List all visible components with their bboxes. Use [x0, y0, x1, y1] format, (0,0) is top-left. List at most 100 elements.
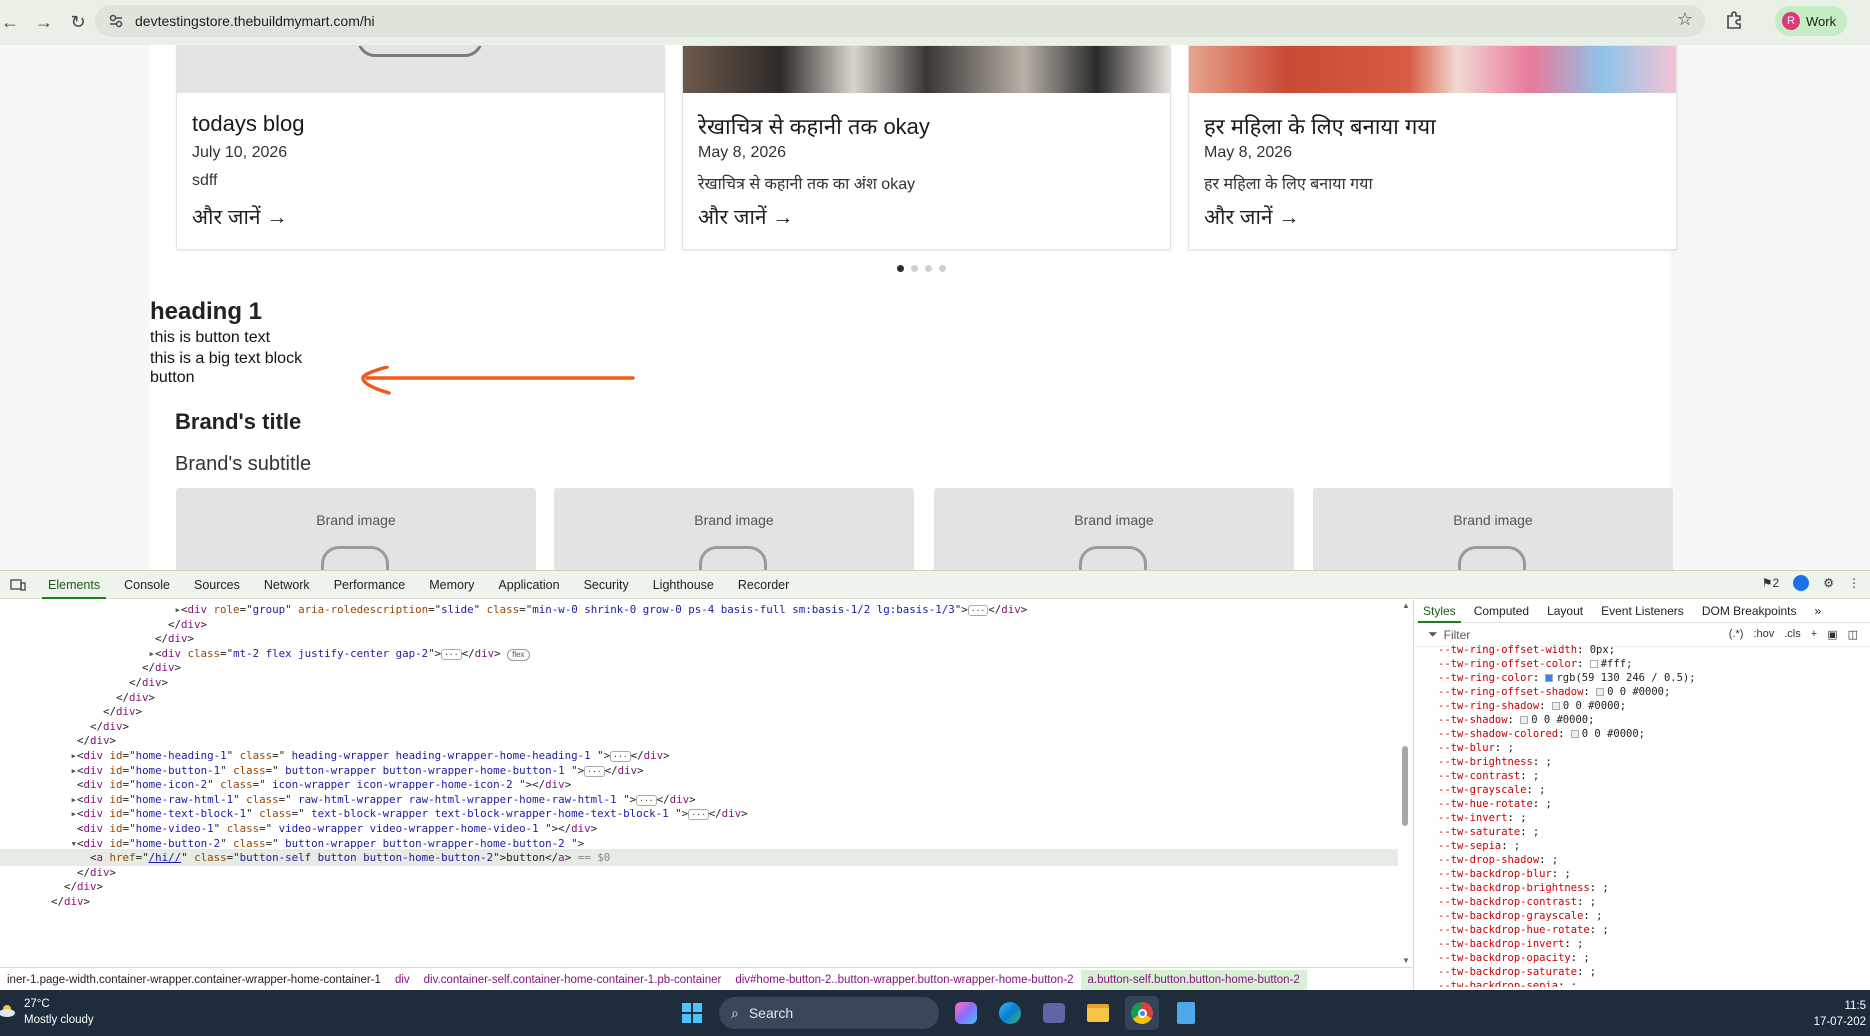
css-property[interactable]: --tw-ring-offset-width: 0px;	[1414, 643, 1870, 657]
css-property-name[interactable]: --tw-backdrop-opacity	[1438, 952, 1571, 964]
css-property[interactable]: --tw-backdrop-grayscale: ;	[1414, 909, 1870, 923]
css-property[interactable]: --tw-grayscale: ;	[1414, 783, 1870, 797]
css-property[interactable]: --tw-backdrop-contrast: ;	[1414, 895, 1870, 909]
url-text[interactable]: devtestingstore.thebuildmymart.com/hi	[135, 13, 375, 29]
css-property-name[interactable]: --tw-ring-offset-color	[1438, 658, 1577, 670]
profile-button[interactable]: R Work	[1775, 6, 1847, 36]
css-property-value[interactable]: 0 0 #0000;	[1607, 686, 1670, 698]
css-property[interactable]: --tw-backdrop-blur: ;	[1414, 867, 1870, 881]
elements-dom-tree[interactable]: ▸<div role="group" aria-roledescription=…	[0, 599, 1412, 967]
reload-icon[interactable]: ↻	[64, 9, 92, 37]
css-property-name[interactable]: --tw-ring-color	[1438, 672, 1533, 684]
tab-application[interactable]: Application	[486, 571, 571, 599]
css-property-name[interactable]: --tw-sepia	[1438, 840, 1501, 852]
hov-toggle[interactable]: :hov	[1753, 628, 1774, 641]
carousel-dot[interactable]	[939, 265, 946, 272]
css-property-value[interactable]: ;	[1602, 924, 1608, 936]
css-property-name[interactable]: --tw-drop-shadow	[1438, 854, 1539, 866]
brand-card[interactable]: Brand image	[934, 488, 1294, 570]
edge-icon[interactable]	[993, 996, 1027, 1030]
blog-card[interactable]: todays blog July 10, 2026 sdff और जानें …	[176, 45, 665, 250]
taskbar-search[interactable]: ⌕ Search	[719, 997, 939, 1029]
color-swatch-icon[interactable]	[1596, 688, 1605, 696]
css-property[interactable]: --tw-backdrop-saturate: ;	[1414, 965, 1870, 979]
css-property-value[interactable]: ;	[1602, 882, 1608, 894]
css-property-name[interactable]: --tw-backdrop-grayscale	[1438, 910, 1583, 922]
dom-node[interactable]: </div>	[0, 893, 1398, 910]
cls-toggle[interactable]: .cls	[1784, 628, 1801, 641]
css-property[interactable]: --tw-drop-shadow: ;	[1414, 853, 1870, 867]
css-property-name[interactable]: --tw-backdrop-blur	[1438, 868, 1552, 880]
regex-icon[interactable]: (.*)	[1729, 628, 1744, 641]
css-property-value[interactable]: 0px;	[1590, 644, 1615, 656]
css-property-value[interactable]: 0 0 #0000;	[1582, 728, 1645, 740]
filter-input[interactable]: Filter	[1444, 628, 1471, 642]
carousel-dot[interactable]	[911, 265, 918, 272]
weather-widget[interactable]: 27°C Mostly cloudy	[0, 996, 94, 1028]
css-property-name[interactable]: --tw-backdrop-invert	[1438, 938, 1564, 950]
blog-title[interactable]: todays blog	[192, 111, 305, 137]
windows-start-icon[interactable]	[675, 996, 709, 1030]
css-property-name[interactable]: --tw-backdrop-saturate	[1438, 966, 1577, 978]
breadcrumb-item-selected[interactable]: a.button-self.button.button-home-button-…	[1080, 969, 1307, 990]
back-icon[interactable]: ←	[0, 9, 24, 37]
css-property-value[interactable]: ;	[1564, 868, 1570, 880]
blog-card[interactable]: हर महिला के लिए बनाया गया May 8, 2026 हर…	[1188, 45, 1677, 250]
toggle-sidebar-icon[interactable]: ◫	[1848, 628, 1858, 641]
scrollbar-thumb[interactable]	[1402, 746, 1408, 826]
breadcrumb-item[interactable]: div#home-button-2..button-wrapper.button…	[728, 974, 1080, 986]
read-more-link[interactable]: और जानें →	[192, 203, 287, 231]
css-property-value[interactable]: ;	[1520, 812, 1526, 824]
tab-event-listeners[interactable]: Event Listeners	[1592, 599, 1693, 623]
extensions-icon[interactable]	[1724, 9, 1748, 33]
breadcrumb-item[interactable]: div	[388, 974, 417, 986]
more-tabs-icon[interactable]: »	[1806, 599, 1831, 623]
css-property-value[interactable]: ;	[1514, 840, 1520, 852]
css-property[interactable]: --tw-backdrop-hue-rotate: ;	[1414, 923, 1870, 937]
tab-styles[interactable]: Styles	[1414, 599, 1465, 623]
css-property-value[interactable]: ;	[1590, 896, 1596, 908]
css-property-name[interactable]: --tw-backdrop-hue-rotate	[1438, 924, 1590, 936]
tab-recorder[interactable]: Recorder	[726, 571, 801, 599]
brand-card[interactable]: Brand image	[176, 488, 536, 570]
css-property-name[interactable]: --tw-grayscale	[1438, 784, 1527, 796]
forward-icon[interactable]: →	[30, 9, 58, 37]
css-properties-list[interactable]: --tw-ring-offset-width: 0px; --tw-ring-of…	[1414, 643, 1870, 987]
system-clock[interactable]: 11:5 17-07-202	[1814, 998, 1866, 1030]
css-property-value[interactable]: ;	[1533, 826, 1539, 838]
css-property-value[interactable]: 0 0 #0000;	[1531, 714, 1594, 726]
css-property-value[interactable]: ;	[1571, 980, 1577, 987]
css-property-value[interactable]: ;	[1533, 770, 1539, 782]
css-property-name[interactable]: --tw-ring-offset-shadow	[1438, 686, 1583, 698]
css-property-name[interactable]: --tw-saturate	[1438, 826, 1520, 838]
blog-title[interactable]: रेखाचित्र से कहानी तक okay	[698, 111, 930, 141]
css-property-value[interactable]: 0 0 #0000;	[1563, 700, 1626, 712]
address-bar[interactable]: devtestingstore.thebuildmymart.com/hi ☆	[95, 5, 1705, 37]
file-explorer-icon[interactable]	[1081, 996, 1115, 1030]
blog-title[interactable]: हर महिला के लिए बनाया गया	[1204, 111, 1436, 141]
breadcrumb-item[interactable]: iner-1.page-width.container-wrapper.cont…	[0, 974, 388, 986]
css-property-name[interactable]: --tw-backdrop-brightness	[1438, 882, 1590, 894]
css-property[interactable]: --tw-sepia: ;	[1414, 839, 1870, 853]
chrome-icon[interactable]	[1125, 996, 1159, 1030]
brand-card[interactable]: Brand image	[554, 488, 914, 570]
css-property[interactable]: --tw-hue-rotate: ;	[1414, 797, 1870, 811]
css-property-value[interactable]: #fff;	[1601, 658, 1633, 670]
color-swatch-icon[interactable]	[1520, 716, 1529, 724]
css-property[interactable]: --tw-backdrop-sepia: ;	[1414, 979, 1870, 987]
css-property-name[interactable]: --tw-ring-shadow	[1438, 700, 1539, 712]
bookmark-star-icon[interactable]: ☆	[1677, 9, 1693, 30]
color-swatch-icon[interactable]	[1570, 730, 1579, 738]
color-swatch-icon[interactable]	[1589, 660, 1598, 668]
home-button-2-link[interactable]: button	[150, 369, 194, 387]
brand-card[interactable]: Brand image	[1313, 488, 1673, 570]
css-property-name[interactable]: --tw-brightness	[1438, 756, 1533, 768]
css-property[interactable]: --tw-shadow-colored: 0 0 #0000;	[1414, 727, 1870, 741]
tab-sources[interactable]: Sources	[182, 571, 252, 599]
settings-gear-icon[interactable]: ⚙	[1823, 576, 1834, 590]
tab-elements[interactable]: Elements	[36, 571, 112, 599]
css-property-name[interactable]: --tw-backdrop-sepia	[1438, 980, 1558, 987]
tab-console[interactable]: Console	[112, 571, 182, 599]
issues-badge[interactable]: ⚑2	[1762, 576, 1779, 590]
css-property[interactable]: --tw-saturate: ;	[1414, 825, 1870, 839]
